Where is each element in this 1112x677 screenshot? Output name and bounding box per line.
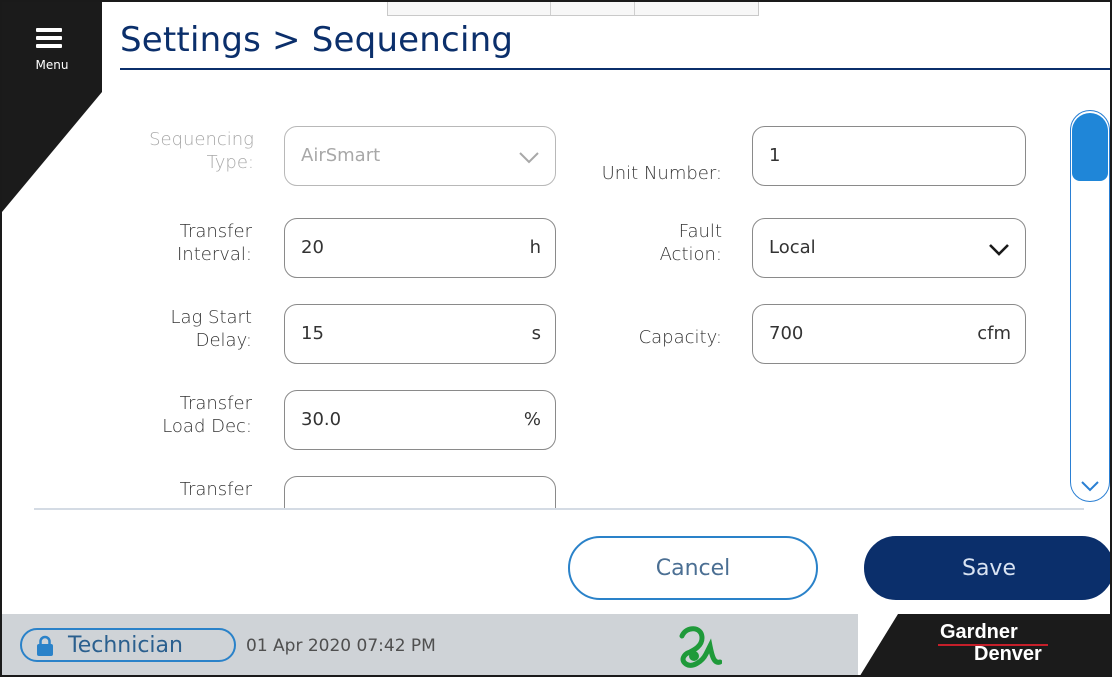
transfer-interval-label: Transfer Interval: [177,221,252,265]
menu-button[interactable]: Menu [24,20,80,84]
fault-action-select[interactable]: Local [752,218,1026,278]
transfer-interval-input[interactable]: 20 h [284,218,556,278]
lag-start-delay-input[interactable]: 15 s [284,304,556,364]
title-underline [120,68,1110,70]
transfer-load-inc-label: Transfer [179,479,252,500]
brand-name: Gardner Denver [940,621,1042,665]
unit-number-value: 1 [769,145,781,166]
capacity-unit: cfm [977,323,1011,344]
form-divider [34,508,1084,510]
fault-action-value: Local [769,237,816,258]
capacity-value: 700 [769,323,804,344]
transfer-load-dec-input[interactable]: 30.0 % [284,390,556,450]
lag-start-delay-unit: s [531,323,541,344]
app-window: Menu Settings > Sequencing Sequencing Ty… [0,0,1112,677]
top-tab-strip [387,2,759,16]
fault-action-label: Fault Action: [659,221,722,265]
scroll-down-chevron-icon[interactable] [1080,479,1100,493]
sequencing-type-value: AirSmart [301,145,381,166]
vertical-scrollbar[interactable] [1070,110,1110,502]
status-bar: Technician 01 Apr 2020 07:42 PM Gardner … [2,614,1110,675]
menu-icon [36,28,62,52]
lock-icon [37,635,53,656]
brand-logo: Gardner Denver [858,614,1110,675]
lag-start-delay-value: 15 [301,323,324,344]
unit-number-input[interactable]: 1 [752,126,1026,186]
unit-number-label: Unit Number: [601,163,722,184]
scrollbar-thumb[interactable] [1072,113,1108,181]
brand-red-stripe [938,644,1048,646]
company-logo-icon [679,626,722,668]
chevron-down-icon [989,244,1009,256]
user-role-label: Technician [68,633,183,658]
transfer-load-dec-label: Transfer Load Dec: [162,393,252,437]
date-time: 01 Apr 2020 07:42 PM [246,636,436,656]
menu-label: Menu [35,58,69,72]
page-title: Settings > Sequencing [120,20,514,60]
sequencing-type-label: Sequencing Type: [149,129,254,173]
capacity-input[interactable]: 700 cfm [752,304,1026,364]
transfer-interval-value: 20 [301,237,324,258]
settings-form: Sequencing Type: AirSmart Transfer Inter… [122,72,1062,508]
transfer-interval-unit: h [529,237,541,258]
capacity-label: Capacity: [638,327,722,348]
sequencing-type-select[interactable]: AirSmart [284,126,556,186]
user-role-button[interactable]: Technician [20,628,236,662]
transfer-load-dec-value: 30.0 [301,409,342,430]
save-button[interactable]: Save [864,536,1110,600]
chevron-down-icon [519,152,539,164]
left-wedge [2,2,102,212]
transfer-load-inc-input[interactable] [284,476,556,508]
transfer-load-dec-unit: % [523,409,541,430]
cancel-button[interactable]: Cancel [568,536,818,600]
lag-start-delay-label: Lag Start Delay: [170,307,252,351]
